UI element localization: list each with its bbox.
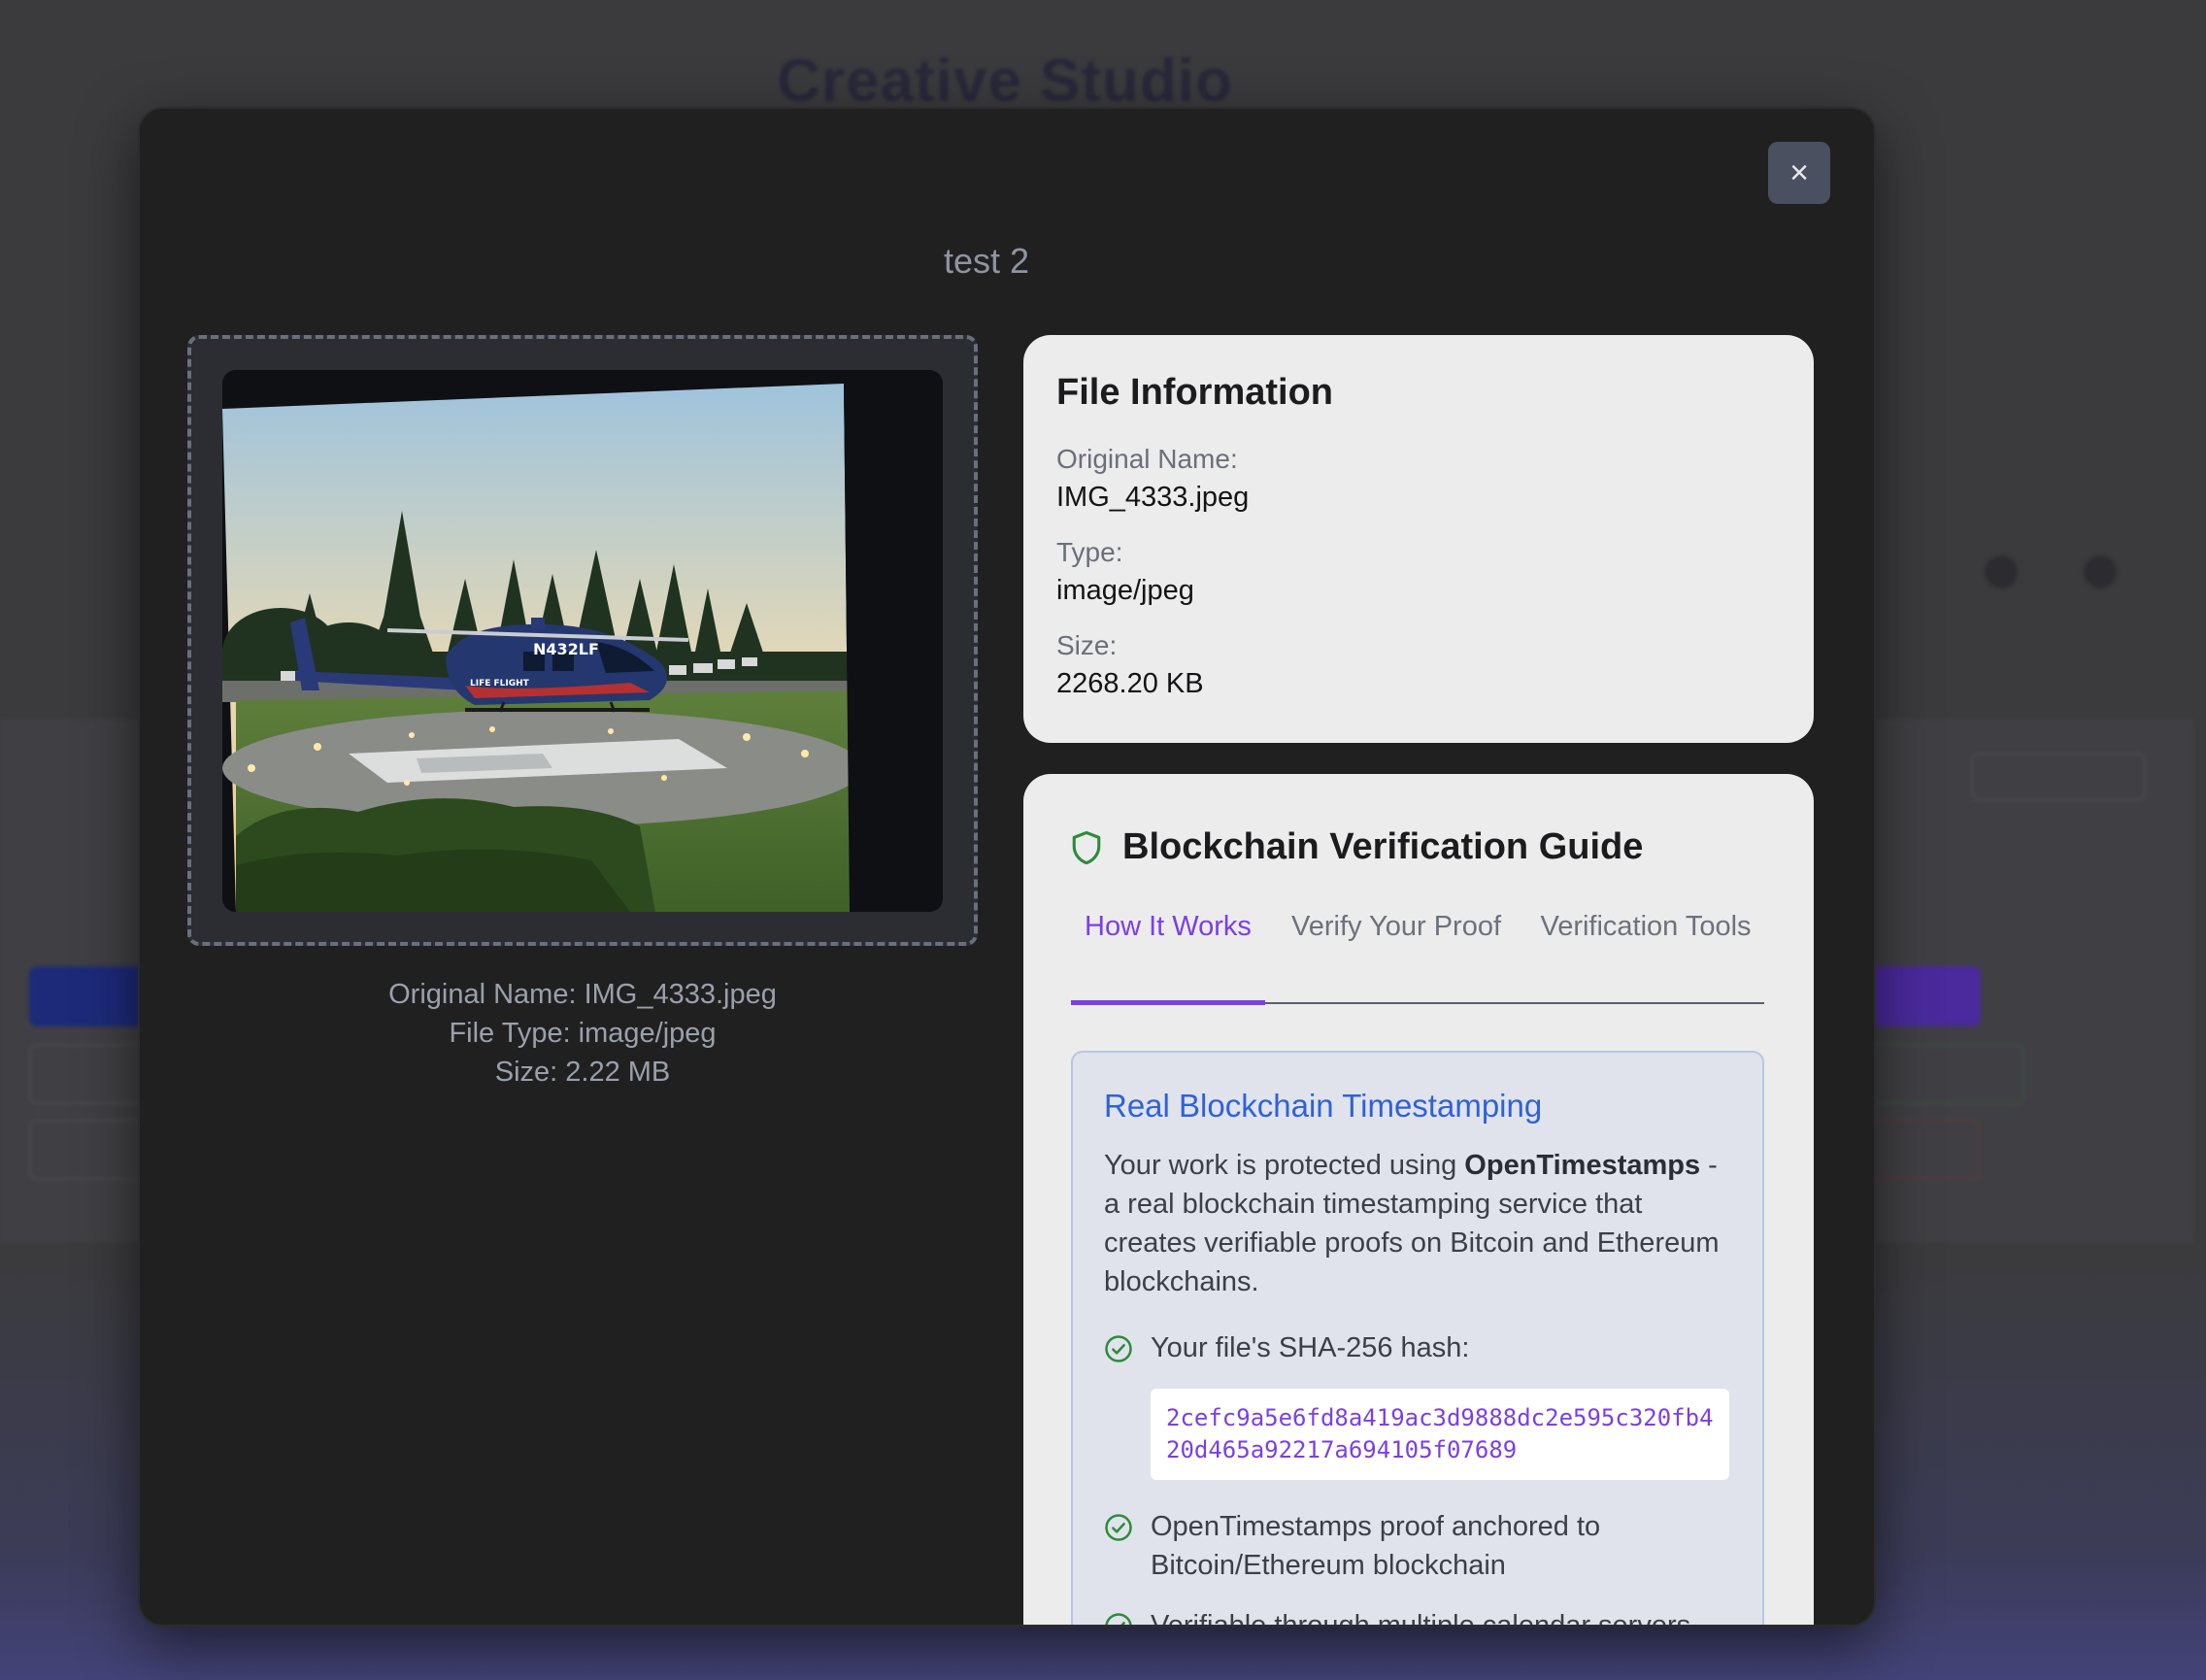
app-title: Creative Studio — [777, 48, 1233, 115]
type-label: Type: — [1056, 537, 1123, 567]
tab-verification-tools[interactable]: Verification Tools — [1527, 903, 1764, 1002]
list-item: Your file's SHA-256 hash: — [1104, 1328, 1731, 1367]
list-item: Verifiable through multiple calendar ser… — [1104, 1606, 1731, 1627]
tab-how-it-works[interactable]: How It Works — [1071, 903, 1265, 1005]
image-preview[interactable]: N432LF LIFE FLIGHT — [222, 370, 943, 912]
caption-file-type: File Type: image/jpeg — [449, 1018, 717, 1049]
guide-tabs: How It Works Verify Your Proof Verificat… — [1071, 903, 1764, 1005]
original-name-label: Original Name: — [1056, 444, 1238, 474]
background-button — [1850, 1044, 2024, 1104]
image-preview-frame: N432LF LIFE FLIGHT — [187, 335, 978, 946]
original-name-value: IMG_4333.jpeg — [1056, 482, 1250, 513]
modal-title: test 2 — [943, 241, 1030, 281]
file-information-heading: File Information — [1056, 372, 1333, 413]
caption-size: Size: 2.22 MB — [494, 1057, 671, 1088]
panel-description: Your work is protected using OpenTimesta… — [1104, 1146, 1731, 1301]
list-item-text: Verifiable through multiple calendar ser… — [1151, 1610, 1691, 1627]
panel-title: Real Blockchain Timestamping — [1104, 1088, 1543, 1124]
how-it-works-panel: Real Blockchain Timestamping Your work i… — [1071, 1051, 1764, 1627]
background-badge — [1971, 753, 2146, 801]
background-icon — [1985, 555, 2018, 588]
guide-heading: Blockchain Verification Guide — [1122, 826, 1644, 867]
tab-verify-your-proof[interactable]: Verify Your Proof — [1265, 903, 1527, 1002]
file-caption: Original Name: IMG_4333.jpeg File Type: … — [187, 975, 978, 1092]
list-item-text: Your file's SHA-256 hash: — [1151, 1332, 1470, 1363]
list-item: OpenTimestamps proof anchored to Bitcoin… — [1104, 1507, 1731, 1585]
size-label: Size: — [1056, 630, 1118, 660]
check-circle-icon — [1105, 1613, 1132, 1625]
file-information-card: File Information Original Name: IMG_4333… — [1023, 335, 1814, 743]
type-value: image/jpeg — [1056, 575, 1194, 606]
background-icon — [2084, 555, 2117, 588]
svg-text:LIFE FLIGHT: LIFE FLIGHT — [470, 679, 530, 689]
panel-desc-prefix: Your work is protected using — [1104, 1150, 1465, 1181]
list-item-text: OpenTimestamps proof anchored to Bitcoin… — [1151, 1511, 1601, 1581]
size-value: 2268.20 KB — [1056, 668, 1204, 699]
guide-header: Blockchain Verification Guide — [1070, 826, 1781, 868]
shield-icon — [1072, 830, 1101, 864]
svg-text:N432LF: N432LF — [533, 640, 599, 658]
caption-original-name: Original Name: IMG_4333.jpeg — [388, 979, 777, 1010]
verification-guide-card: Blockchain Verification Guide How It Wor… — [1023, 774, 1814, 1627]
helicopter-photo: N432LF LIFE FLIGHT — [222, 370, 943, 912]
check-circle-icon — [1105, 1514, 1132, 1541]
close-button[interactable]: × — [1768, 142, 1830, 204]
preview-modal: × test 2 N432LF LIFE FLIGHT Original Nam… — [138, 107, 1876, 1627]
check-circle-icon — [1105, 1335, 1132, 1362]
panel-desc-strong: OpenTimestamps — [1464, 1150, 1701, 1181]
sha256-hash[interactable]: 2cefc9a5e6fd8a419ac3d9888dc2e595c320fb42… — [1151, 1389, 1729, 1480]
